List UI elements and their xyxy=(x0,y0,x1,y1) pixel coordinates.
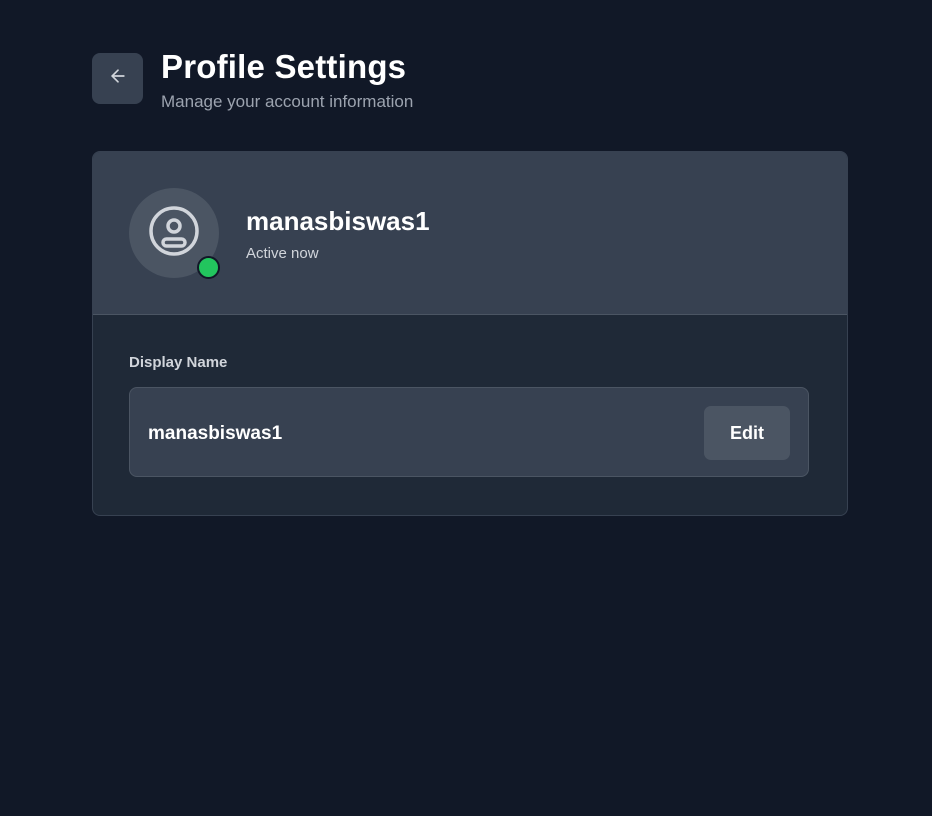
online-status-indicator xyxy=(197,256,220,279)
user-circle-icon xyxy=(147,204,201,263)
display-name-label: Display Name xyxy=(129,354,228,371)
back-button[interactable] xyxy=(92,53,143,104)
header-titles: Profile Settings Manage your account inf… xyxy=(161,48,413,112)
display-name-value: manasbiswas1 xyxy=(148,423,283,444)
profile-settings-page: Profile Settings Manage your account inf… xyxy=(0,0,932,816)
edit-button[interactable]: Edit xyxy=(704,406,790,460)
arrow-left-icon xyxy=(108,66,128,91)
profile-status: Active now xyxy=(246,245,319,262)
profile-card: manasbiswas1 Active now Display Name man… xyxy=(92,151,848,516)
page-title: Profile Settings xyxy=(161,48,407,85)
profile-username: manasbiswas1 xyxy=(246,206,430,236)
page-subtitle: Manage your account information xyxy=(161,92,414,111)
profile-summary: manasbiswas1 Active now xyxy=(93,152,847,315)
display-name-field: manasbiswas1 Edit xyxy=(129,387,809,477)
page-header: Profile Settings Manage your account inf… xyxy=(92,48,413,112)
